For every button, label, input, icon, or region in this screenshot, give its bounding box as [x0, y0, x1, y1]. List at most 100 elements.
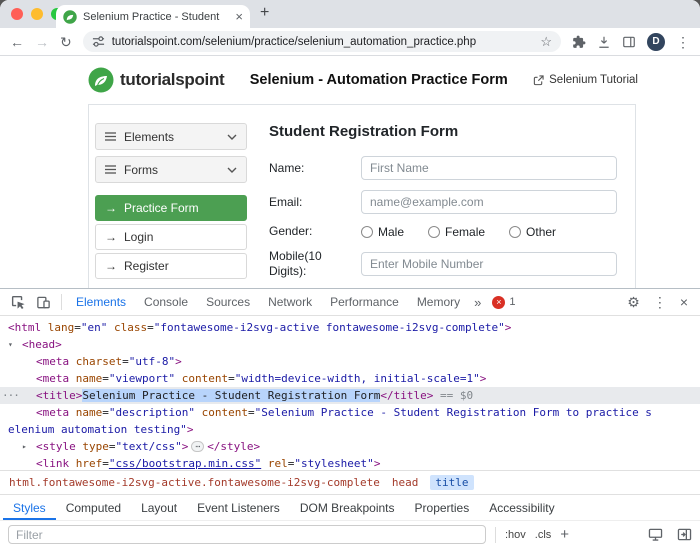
form-title: Student Registration Form: [269, 123, 617, 140]
gender-radio-female[interactable]: Female: [428, 225, 485, 239]
new-tab-button[interactable]: +: [260, 4, 269, 22]
expand-arrow-icon[interactable]: ▾: [8, 336, 22, 353]
dom-node-line[interactable]: <meta name="description" content="Seleni…: [0, 404, 700, 421]
gender-radio-other[interactable]: Other: [509, 225, 556, 239]
brand-name: tutorialspoint: [120, 70, 224, 90]
dom-node-line[interactable]: ▸<style type="text/css">⋯</style>: [0, 438, 700, 455]
dock-side-icon[interactable]: [677, 528, 692, 541]
tab-properties[interactable]: Properties: [405, 495, 480, 520]
forward-icon[interactable]: →: [35, 35, 49, 49]
tab-computed[interactable]: Computed: [56, 495, 131, 520]
arrow-right-icon: →: [105, 259, 117, 273]
toggle-element-classes[interactable]: .cls: [535, 529, 552, 541]
tab-event-listeners[interactable]: Event Listeners: [187, 495, 290, 520]
sidebar-accordion-forms[interactable]: Forms: [95, 156, 247, 183]
address-bar[interactable]: tutorialspoint.com/selenium/practice/sel…: [83, 31, 561, 52]
collapse-arrow-icon[interactable]: ▸: [22, 438, 36, 455]
dom-node-line[interactable]: <link href="css/bootstrap.min.css" rel="…: [0, 455, 700, 470]
sidebar-accordion-elements[interactable]: Elements: [95, 123, 247, 150]
error-badge[interactable]: × 1: [492, 296, 515, 309]
device-toolbar-icon[interactable]: [31, 295, 56, 310]
selenium-tutorial-link[interactable]: Selenium Tutorial: [533, 74, 638, 86]
chevron-down-icon: [227, 167, 237, 173]
page-header: tutorialspoint Selenium - Automation Pra…: [88, 61, 638, 99]
devtools-tab-console[interactable]: Console: [135, 289, 197, 315]
dom-node-line[interactable]: <html lang="en" class="fontawesome-i2svg…: [0, 319, 700, 336]
selenium-tutorial-label: Selenium Tutorial: [549, 74, 638, 86]
devtools-tab-network[interactable]: Network: [259, 289, 321, 315]
devtools-tab-elements[interactable]: Elements: [67, 289, 135, 315]
dom-node-line[interactable]: <meta name="viewport" content="width=dev…: [0, 370, 700, 387]
devtools-tab-sources[interactable]: Sources: [197, 289, 259, 315]
devtools-settings-icon[interactable]: ⚙: [627, 295, 640, 309]
name-input[interactable]: [361, 156, 617, 180]
new-style-rule-icon[interactable]: +: [560, 526, 569, 543]
page-title: Selenium - Automation Practice Form: [250, 72, 508, 88]
form-row-name: Name:: [269, 156, 617, 180]
browser-tab-bar: Selenium Practice - Student × +: [0, 0, 700, 28]
dom-node-line[interactable]: ···<title>Selenium Practice - Student Re…: [0, 387, 700, 404]
bookmark-star-icon[interactable]: ☆: [540, 34, 552, 50]
devtools-panel: Elements Console Sources Network Perform…: [0, 288, 700, 556]
side-panel-icon[interactable]: [622, 35, 636, 49]
reload-icon[interactable]: ↻: [60, 35, 72, 49]
inspect-element-icon[interactable]: [6, 295, 31, 310]
extensions-icon[interactable]: [572, 35, 586, 49]
radio-icon[interactable]: [428, 226, 440, 238]
close-window-button[interactable]: [11, 8, 23, 20]
email-label: Email:: [269, 195, 361, 210]
chevron-down-icon: [227, 134, 237, 140]
form-row-email: Email:: [269, 190, 617, 214]
tab-accessibility[interactable]: Accessibility: [479, 495, 564, 520]
tab-layout[interactable]: Layout: [131, 495, 187, 520]
sidebar-item-practice-form[interactable]: → Practice Form: [95, 195, 247, 221]
radio-icon[interactable]: [509, 226, 521, 238]
back-icon[interactable]: ←: [10, 35, 24, 49]
radio-icon[interactable]: [361, 226, 373, 238]
more-tabs-icon[interactable]: »: [469, 295, 486, 310]
sidebar-item-label: Practice Form: [124, 201, 199, 215]
breadcrumb-item-title[interactable]: title: [430, 475, 473, 490]
radio-label: Female: [445, 225, 485, 239]
dom-node-line[interactable]: ▾<head>: [0, 336, 700, 353]
devtools-tab-memory[interactable]: Memory: [408, 289, 469, 315]
site-logo[interactable]: tutorialspoint: [88, 67, 224, 93]
hamburger-icon: [105, 165, 116, 174]
node-overflow-menu-icon[interactable]: ···: [2, 387, 19, 404]
breadcrumb-item-head[interactable]: head: [392, 476, 419, 489]
gender-radio-male[interactable]: Male: [361, 225, 404, 239]
dom-tree: <html lang="en" class="fontawesome-i2svg…: [0, 316, 700, 470]
breadcrumb-item-html[interactable]: html.fontawesome-i2svg-active.fontawesom…: [9, 476, 380, 489]
devtools-toolbar: Elements Console Sources Network Perform…: [0, 289, 700, 316]
devtools-close-icon[interactable]: ×: [680, 295, 688, 309]
site-settings-icon[interactable]: [92, 35, 105, 48]
email-input[interactable]: [361, 190, 617, 214]
toggle-hover-state[interactable]: :hov: [505, 529, 526, 541]
devtools-menu-icon[interactable]: ⋮: [653, 295, 667, 309]
hamburger-icon: [105, 132, 116, 141]
dom-node-line[interactable]: <meta charset="utf-8">: [0, 353, 700, 370]
arrow-right-icon: →: [105, 230, 117, 244]
browser-menu-icon[interactable]: ⋮: [676, 35, 690, 49]
form-row-gender: Gender: Male Female Other: [269, 224, 617, 239]
mobile-input[interactable]: [361, 252, 617, 276]
rendering-emulation-icon[interactable]: [648, 528, 663, 541]
tab-styles[interactable]: Styles: [3, 495, 56, 520]
profile-avatar[interactable]: D: [647, 33, 665, 51]
tab-close-icon[interactable]: ×: [235, 10, 243, 23]
sidebar-item-login[interactable]: → Login: [95, 224, 247, 250]
browser-window: Selenium Practice - Student × + ← → ↻ tu…: [0, 0, 700, 556]
tab-dom-breakpoints[interactable]: DOM Breakpoints: [290, 495, 405, 520]
sidebar-item-register[interactable]: → Register: [95, 253, 247, 279]
minimize-window-button[interactable]: [31, 8, 43, 20]
downloads-icon[interactable]: [597, 35, 611, 49]
styles-filter-bar: :hov .cls +: [0, 520, 700, 548]
devtools-tab-performance[interactable]: Performance: [321, 289, 408, 315]
browser-tab[interactable]: Selenium Practice - Student ×: [56, 5, 250, 28]
arrow-right-icon: →: [105, 201, 117, 215]
dom-node-line[interactable]: elenium automation testing">: [0, 421, 700, 438]
styles-filter-input[interactable]: [8, 525, 486, 544]
mobile-label: Mobile(10 Digits):: [269, 249, 361, 279]
practice-sidebar: Elements Forms: [95, 123, 247, 288]
styles-pane-tabs: Styles Computed Layout Event Listeners D…: [0, 494, 700, 520]
